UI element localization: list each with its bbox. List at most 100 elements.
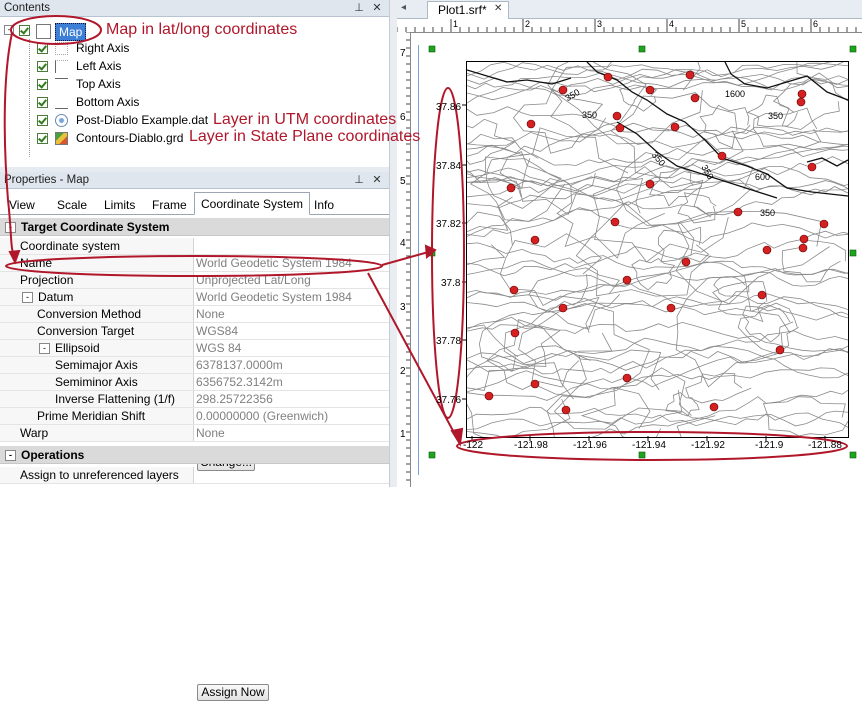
ruler-top-ticks	[397, 19, 857, 32]
tree-item-left-axis[interactable]: Left Axis	[76, 57, 121, 75]
contour-label: 350	[760, 208, 776, 218]
tree-item-contour-layer[interactable]: Contours-Diablo.grd	[76, 129, 183, 147]
prop-value[interactable]: Unprojected Lat/Long	[196, 272, 388, 288]
row-datum[interactable]: - Datum World Geodetic System 1984	[0, 289, 389, 306]
top-axis-checkbox[interactable]	[37, 79, 48, 90]
ruler-label: 5	[400, 176, 406, 187]
post-marker	[561, 405, 571, 415]
annotation-map-latlong: Map in lat/long coordinates	[106, 21, 298, 38]
row-inverse-flattening[interactable]: Inverse Flattening (1/f) 298.25722356	[0, 391, 389, 408]
row-conversion-method[interactable]: Conversion Method None	[0, 306, 389, 323]
prop-value[interactable]: WGS 84	[196, 340, 388, 356]
tab-coordinate-system[interactable]: Coordinate System	[194, 192, 311, 215]
row-semimajor-axis[interactable]: Semimajor Axis 6378137.0000m	[0, 357, 389, 374]
prop-label: Projection	[0, 272, 194, 288]
tree-item-post-layer[interactable]: Post-Diablo Example.dat	[76, 111, 208, 129]
post-marker	[690, 93, 700, 103]
post-marker	[622, 373, 632, 383]
tab-frame[interactable]: Frame	[145, 194, 194, 214]
contour-map	[467, 62, 848, 437]
prop-value[interactable]: World Geodetic System 1984	[196, 255, 388, 271]
bottom-axis-checkbox[interactable]	[37, 97, 48, 108]
map-frame[interactable]: 350 1600 350 350 600 350 350 350	[466, 61, 849, 438]
prop-label: Name	[0, 255, 194, 271]
row-prime-meridian-shift[interactable]: Prime Meridian Shift 0.00000000 (Greenwi…	[0, 408, 389, 425]
document-tabbar: ◂ Plot1.srf* ✕	[397, 0, 862, 19]
prop-label: Coordinate system	[0, 238, 194, 254]
row-semiminor-axis[interactable]: Semiminor Axis 6356752.3142m	[0, 374, 389, 391]
tree-item-right-axis[interactable]: Right Axis	[76, 39, 129, 57]
close-icon[interactable]: ✕	[370, 0, 384, 17]
post-marker	[622, 275, 632, 285]
contour-line	[762, 396, 848, 437]
document-tab[interactable]: Plot1.srf* ✕	[427, 1, 509, 19]
assign-now-button[interactable]: Assign Now	[197, 684, 269, 701]
post-marker	[530, 235, 540, 245]
prop-label: - Datum	[0, 289, 194, 305]
contour-line	[467, 186, 848, 237]
contour-label: 1600	[725, 89, 746, 99]
tab-scale[interactable]: Scale	[50, 194, 94, 214]
x-tick-label: -121.88	[808, 440, 842, 451]
prop-value[interactable]: 6378137.0000m	[196, 357, 388, 373]
map-checkbox[interactable]	[19, 25, 30, 36]
row-warp[interactable]: Warp None	[0, 425, 389, 442]
prop-value[interactable]: 298.25722356	[196, 391, 388, 407]
prop-value[interactable]: WGS84	[196, 323, 388, 339]
contour-line	[665, 392, 700, 417]
collapse-icon[interactable]: -	[22, 292, 33, 304]
contour-layer-icon	[55, 132, 68, 145]
expand-toggle[interactable]: -	[4, 25, 14, 35]
tab-info[interactable]: Info	[307, 194, 341, 214]
post-marker	[797, 89, 807, 99]
x-tick-label: -121.94	[632, 440, 666, 451]
row-conversion-target[interactable]: Conversion Target WGS84	[0, 323, 389, 340]
y-tick-label: 37.78	[436, 336, 462, 347]
properties-title: Properties - Map	[4, 174, 90, 186]
tree-item-top-axis[interactable]: Top Axis	[76, 75, 121, 93]
prop-value[interactable]: World Geodetic System 1984	[196, 289, 388, 305]
contour-line	[467, 389, 848, 437]
row-ellipsoid[interactable]: - Ellipsoid WGS 84	[0, 340, 389, 357]
ruler-label: 3	[400, 302, 406, 313]
contour-line	[467, 345, 848, 379]
post-marker	[775, 345, 785, 355]
section-operations[interactable]: - Operations	[0, 446, 389, 464]
pin-icon[interactable]: ⊥	[352, 172, 366, 189]
section-label: Operations	[21, 448, 85, 462]
contour-layer-checkbox[interactable]	[37, 133, 48, 144]
collapse-icon[interactable]: -	[39, 343, 50, 355]
prop-label: - Ellipsoid	[0, 340, 194, 356]
tree-line	[29, 39, 30, 157]
tab-view[interactable]: View	[2, 194, 42, 214]
prop-label: Assign to unreferenced layers	[0, 467, 194, 483]
post-marker	[526, 119, 536, 129]
close-icon[interactable]: ✕	[370, 172, 384, 189]
tree-item-bottom-axis[interactable]: Bottom Axis	[76, 93, 139, 111]
contents-title: Contents	[4, 2, 51, 14]
post-layer-checkbox[interactable]	[37, 115, 48, 126]
post-marker	[615, 123, 625, 133]
prop-value[interactable]: None	[196, 306, 388, 322]
contour-line	[631, 258, 676, 291]
right-axis-checkbox[interactable]	[37, 43, 48, 54]
pin-icon[interactable]: ⊥	[352, 0, 366, 17]
prop-value[interactable]: None	[196, 425, 388, 441]
tab-limits[interactable]: Limits	[97, 194, 142, 214]
prop-label: Warp	[0, 425, 194, 441]
post-marker	[819, 219, 829, 229]
contour-line	[467, 324, 519, 391]
row-projection[interactable]: Projection Unprojected Lat/Long	[0, 272, 389, 289]
ruler-label: 7	[400, 48, 406, 59]
left-axis-checkbox[interactable]	[37, 61, 48, 72]
contour-label: 600	[755, 172, 771, 182]
prop-label: Prime Meridian Shift	[0, 408, 194, 424]
prop-value[interactable]: 0.00000000 (Greenwich)	[196, 408, 388, 424]
prop-value[interactable]: 6356752.3142m	[196, 374, 388, 390]
section-label: Target Coordinate System	[21, 220, 170, 234]
row-name[interactable]: Name World Geodetic System 1984	[0, 255, 389, 272]
section-target-coordinate-system[interactable]: - Target Coordinate System	[0, 218, 389, 236]
tab-scroll-left-icon[interactable]: ◂	[401, 2, 406, 13]
tab-close-icon[interactable]: ✕	[494, 3, 502, 14]
document-tab-label: Plot1.srf*	[438, 3, 487, 17]
